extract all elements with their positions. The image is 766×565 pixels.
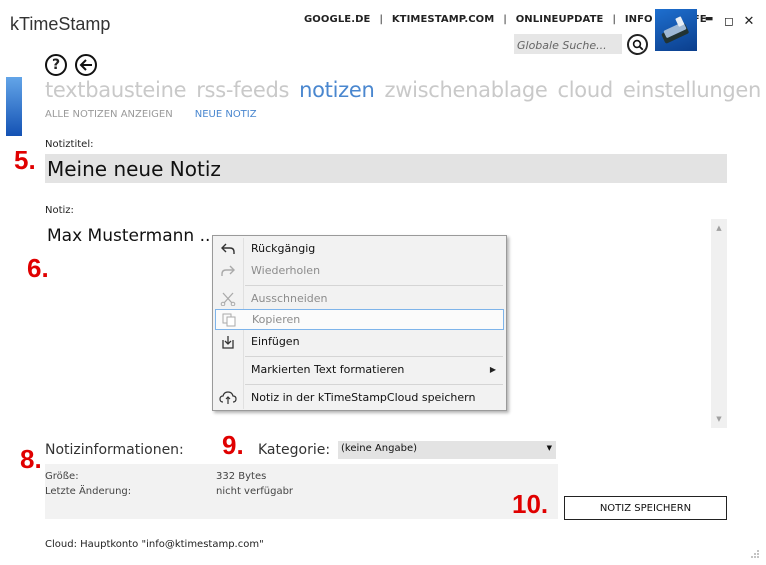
kategorie-select[interactable]: (keine Angabe) ▼ — [338, 441, 556, 459]
back-arrow-icon — [79, 59, 92, 71]
subnav-alle-notizen[interactable]: ALLE NOTIZEN ANZEIGEN — [45, 109, 173, 120]
link-separator: | — [612, 14, 616, 25]
marker-10: 10. — [512, 489, 549, 519]
menu-separator — [245, 384, 503, 385]
main-nav: textbausteine rss-feeds notizen zwischen… — [45, 78, 761, 102]
tab-textbausteine[interactable]: textbausteine — [45, 78, 187, 102]
link-onlineupdate[interactable]: ONLINEUPDATE — [516, 14, 604, 25]
marker-8: 8. — [20, 444, 42, 474]
back-button[interactable] — [75, 54, 97, 76]
menu-item-einfuegen[interactable]: Einfügen — [215, 331, 504, 352]
top-links: GOOGLE.DE | KTIMESTAMP.COM | ONLINEUPDAT… — [304, 14, 707, 25]
marker-5: 5. — [14, 145, 36, 175]
tab-cloud[interactable]: cloud — [558, 78, 614, 102]
search-button[interactable] — [627, 34, 648, 55]
menu-item-kopieren[interactable]: Kopieren — [215, 309, 504, 330]
link-separator: | — [503, 14, 507, 25]
note-text: Max Mustermann ... — [47, 226, 216, 246]
info-size-value: 332 Bytes — [216, 471, 267, 482]
cut-icon — [215, 292, 241, 306]
menu-separator — [245, 285, 503, 286]
submenu-arrow-icon: ▶ — [489, 365, 496, 374]
search-input[interactable] — [514, 35, 622, 56]
menu-separator — [245, 356, 503, 357]
copy-icon — [216, 313, 242, 327]
link-separator: | — [379, 14, 383, 25]
close-button[interactable]: ✕ — [743, 14, 755, 29]
save-note-button[interactable]: NOTIZ SPEICHERN — [564, 496, 727, 520]
info-changed-value: nicht verfügabr — [216, 486, 294, 497]
help-button[interactable]: ? — [45, 54, 67, 76]
resize-grip-icon[interactable] — [748, 547, 760, 559]
context-menu: Rückgängig Wiederholen Ausschneiden Kopi… — [212, 235, 507, 411]
scroll-up-icon[interactable]: ▲ — [711, 221, 727, 235]
global-search — [514, 34, 622, 56]
search-icon — [632, 39, 643, 50]
notiz-label: Notiz: — [45, 205, 74, 216]
undo-icon — [215, 242, 241, 256]
menu-item-rueckgaengig[interactable]: Rückgängig — [215, 238, 504, 259]
cloud-account-info: Cloud: Hauptkonto "info@ktimestamp.com" — [45, 539, 264, 550]
link-info[interactable]: INFO — [625, 14, 653, 25]
app-title: kTimeStamp — [10, 14, 111, 34]
notiztitel-label: Notiztitel: — [45, 139, 94, 150]
link-ktimestamp[interactable]: KTIMESTAMP.COM — [392, 14, 495, 25]
note-title-input[interactable] — [45, 154, 727, 183]
info-title: Notizinformationen: — [45, 442, 184, 458]
info-size-key: Größe: — [45, 471, 79, 482]
note-scrollbar[interactable]: ▲ ▼ — [711, 219, 727, 428]
paste-icon — [215, 335, 241, 349]
minimize-button[interactable]: ▬ — [703, 14, 715, 29]
scroll-down-icon[interactable]: ▼ — [711, 412, 727, 426]
info-changed-key: Letzte Änderung: — [45, 486, 132, 497]
subnav-neue-notiz[interactable]: NEUE NOTIZ — [195, 109, 257, 120]
menu-item-wiederholen[interactable]: Wiederholen — [215, 260, 504, 281]
sidebar-accent-bar — [6, 77, 22, 136]
tab-rss-feeds[interactable]: rss-feeds — [196, 78, 289, 102]
cloud-upload-icon — [215, 390, 241, 405]
stamp-logo-icon — [661, 16, 689, 44]
kategorie-label: Kategorie: — [258, 442, 331, 458]
menu-item-cloud-speichern[interactable]: Notiz in der kTimeStampCloud speichern — [215, 387, 504, 408]
redo-icon — [215, 264, 241, 278]
info-panel: Größe: 332 Bytes Letzte Änderung: nicht … — [45, 464, 558, 519]
menu-item-formatieren[interactable]: Markierten Text formatieren ▶ — [215, 359, 504, 380]
tab-zwischenablage[interactable]: zwischenablage — [385, 78, 548, 102]
marker-9: 9. — [222, 430, 244, 460]
chevron-down-icon: ▼ — [546, 444, 552, 452]
menu-item-ausschneiden[interactable]: Ausschneiden — [215, 288, 504, 309]
window-controls: ▬ ◻ ✕ — [703, 14, 755, 29]
link-google[interactable]: GOOGLE.DE — [304, 14, 370, 25]
sub-nav: ALLE NOTIZEN ANZEIGEN NEUE NOTIZ — [45, 109, 257, 120]
help-icon: ? — [51, 57, 61, 73]
kategorie-value: (keine Angabe) — [341, 443, 417, 454]
tab-einstellungen[interactable]: einstellungen — [623, 78, 761, 102]
maximize-button[interactable]: ◻ — [723, 14, 735, 29]
app-logo — [655, 9, 697, 51]
tab-notizen[interactable]: notizen — [299, 78, 375, 102]
